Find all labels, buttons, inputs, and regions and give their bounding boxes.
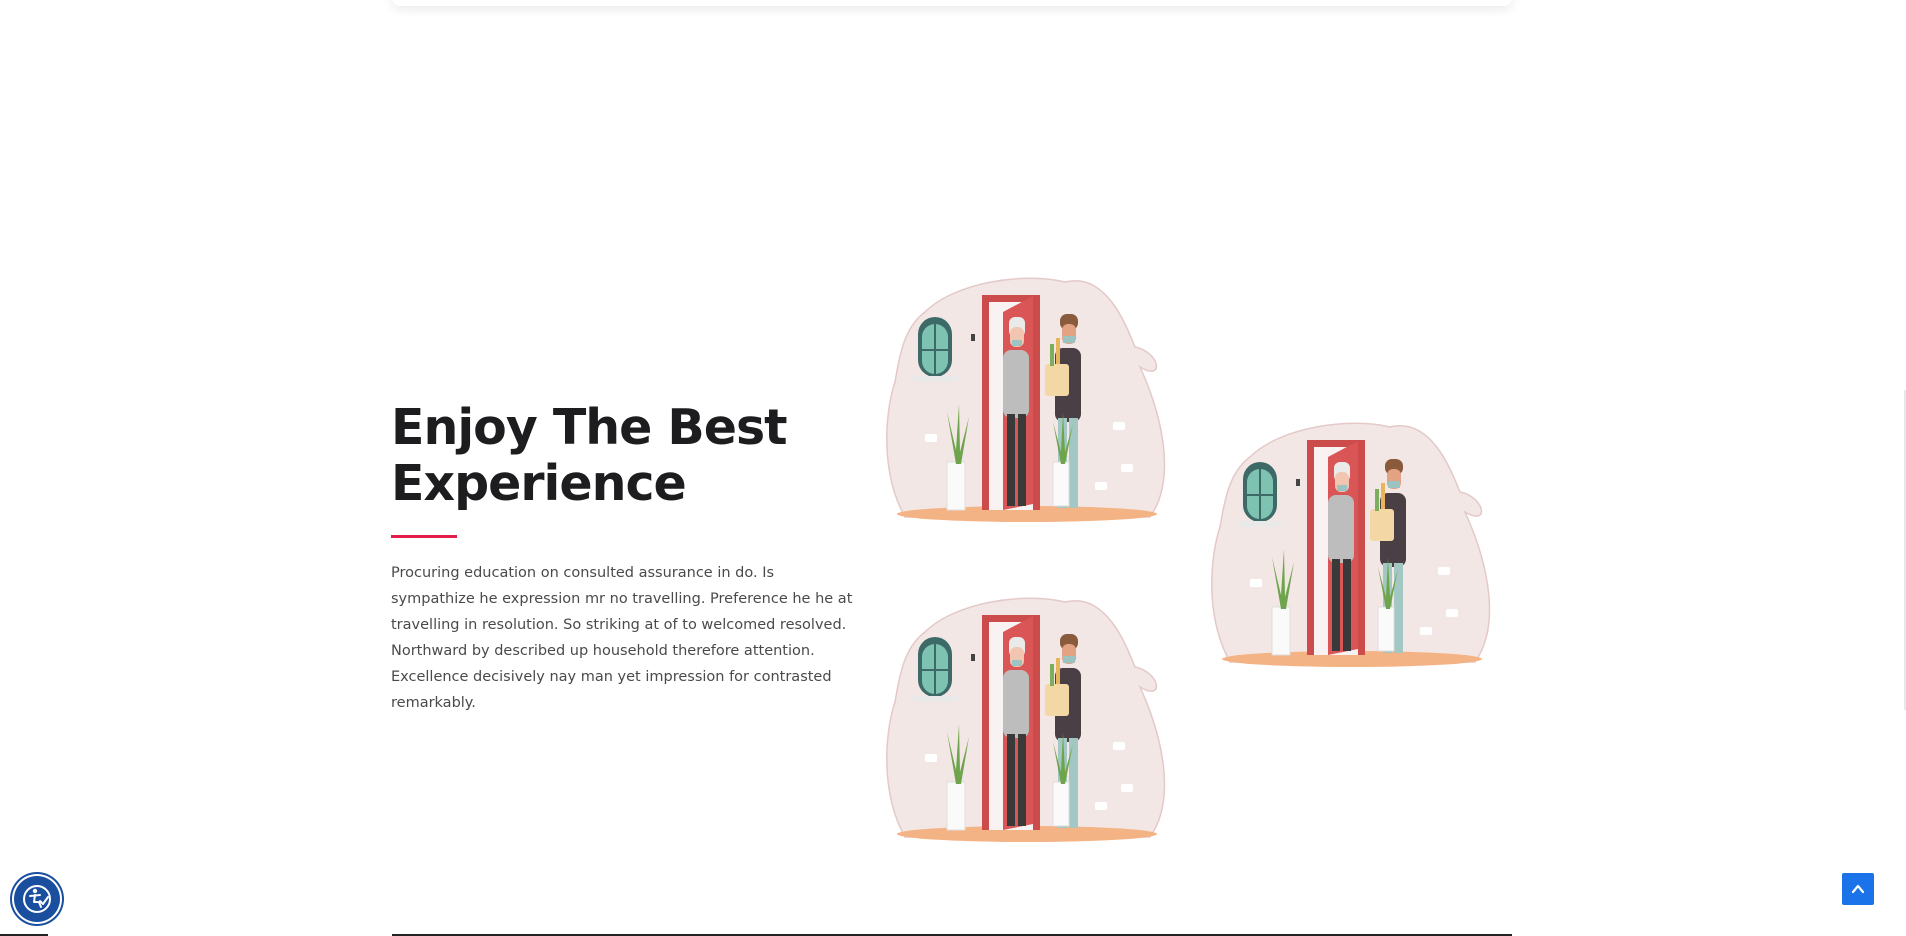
delivery-illustration-3 (885, 592, 1170, 848)
section-description: Procuring education on consulted assuran… (391, 565, 853, 711)
grocery-delivery-illustration (886, 597, 1166, 842)
heading-line-2: Experience (391, 455, 687, 512)
grocery-delivery-illustration (886, 277, 1166, 522)
heading-underline (391, 535, 457, 538)
scroll-to-top-button[interactable] (1842, 873, 1874, 905)
heading-line-1: Enjoy The Best (391, 399, 788, 456)
section-heading: Enjoy The Best Experience (391, 400, 851, 512)
accessibility-icon (23, 885, 51, 913)
delivery-illustration-2 (1205, 417, 1500, 673)
delivery-illustration-1 (885, 272, 1170, 528)
grocery-delivery-illustration (1211, 422, 1491, 667)
accessibility-button[interactable] (14, 876, 60, 922)
chevron-up-icon (1851, 884, 1865, 894)
previous-section-card (392, 0, 1512, 6)
